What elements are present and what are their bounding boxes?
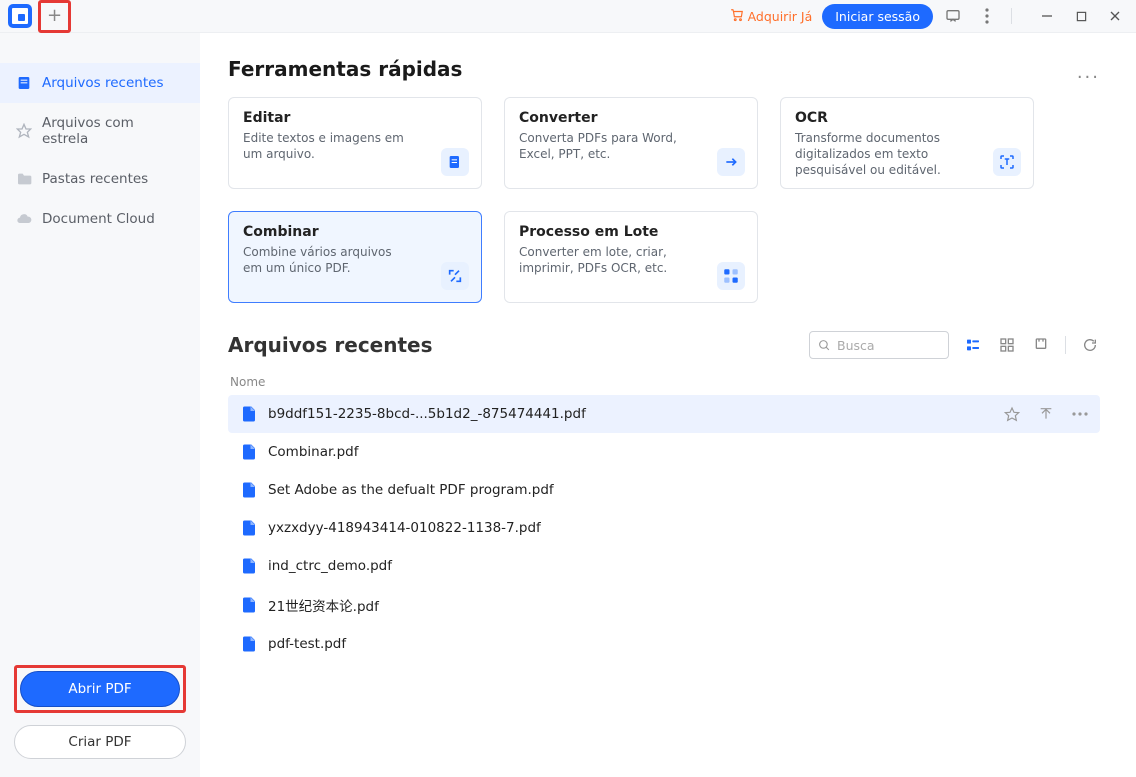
more-icon[interactable] bbox=[1072, 406, 1088, 422]
sidebar-item-label: Document Cloud bbox=[42, 211, 155, 227]
edit-icon bbox=[441, 148, 469, 176]
search-icon bbox=[818, 339, 831, 352]
ocr-icon bbox=[993, 148, 1021, 176]
recent-toolbar: Busca bbox=[809, 331, 1100, 359]
quick-tools-more[interactable]: ··· bbox=[1077, 67, 1100, 88]
menu-icon[interactable] bbox=[973, 2, 1001, 30]
signin-label: Iniciar sessão bbox=[835, 9, 920, 24]
card-batch[interactable]: Processo em Lote Converter em lote, cria… bbox=[504, 211, 758, 303]
open-pdf-button[interactable]: Abrir PDF bbox=[20, 671, 180, 707]
main-content: Ferramentas rápidas ··· Editar Edite tex… bbox=[200, 33, 1136, 777]
file-name: b9ddf151-2235-8bcd-...5b1d2_-875474441.p… bbox=[268, 406, 586, 422]
separator bbox=[1011, 8, 1012, 24]
convert-icon bbox=[717, 148, 745, 176]
open-pdf-label: Abrir PDF bbox=[68, 681, 131, 697]
app-logo bbox=[8, 4, 32, 28]
separator bbox=[1065, 336, 1066, 354]
file-name: Combinar.pdf bbox=[268, 444, 358, 460]
file-row[interactable]: b9ddf151-2235-8bcd-...5b1d2_-875474441.p… bbox=[228, 395, 1100, 433]
pdf-icon bbox=[240, 519, 258, 537]
sidebar-item-cloud[interactable]: Document Cloud bbox=[0, 199, 200, 239]
column-name: Nome bbox=[228, 369, 1100, 395]
buy-link[interactable]: Adquirir Já bbox=[726, 8, 817, 25]
view-list-icon[interactable] bbox=[963, 335, 983, 355]
sidebar-item-label: Arquivos recentes bbox=[42, 75, 163, 91]
sidebar-item-label: Arquivos com estrela bbox=[42, 115, 184, 147]
file-name: 21世纪资本论.pdf bbox=[268, 595, 379, 615]
sidebar: Arquivos recentes Arquivos com estrela P… bbox=[0, 33, 200, 777]
upload-icon[interactable] bbox=[1038, 406, 1054, 422]
combine-icon bbox=[441, 262, 469, 290]
search-input[interactable]: Busca bbox=[809, 331, 949, 359]
file-row[interactable]: yxzxdyy-418943414-010822-1138-7.pdf bbox=[228, 509, 1100, 547]
create-pdf-label: Criar PDF bbox=[68, 734, 131, 750]
file-row[interactable]: Combinar.pdf bbox=[228, 433, 1100, 471]
signin-button[interactable]: Iniciar sessão bbox=[822, 4, 933, 29]
file-name: ind_ctrc_demo.pdf bbox=[268, 558, 392, 574]
pdf-icon bbox=[240, 443, 258, 461]
window-maximize[interactable] bbox=[1064, 1, 1098, 31]
feedback-icon[interactable] bbox=[939, 2, 967, 30]
sidebar-item-recent[interactable]: Arquivos recentes bbox=[0, 63, 200, 103]
pin-icon[interactable] bbox=[1031, 335, 1051, 355]
sidebar-item-folders[interactable]: Pastas recentes bbox=[0, 159, 200, 199]
search-placeholder: Busca bbox=[837, 338, 875, 353]
file-row[interactable]: pdf-test.pdf bbox=[228, 625, 1100, 663]
pdf-icon bbox=[240, 635, 258, 653]
cloud-icon bbox=[16, 211, 32, 227]
file-row[interactable]: ind_ctrc_demo.pdf bbox=[228, 547, 1100, 585]
card-desc: Converter em lote, criar, imprimir, PDFs… bbox=[519, 244, 689, 276]
file-row[interactable]: Set Adobe as the defualt PDF program.pdf bbox=[228, 471, 1100, 509]
card-desc: Combine vários arquivos em um único PDF. bbox=[243, 244, 413, 276]
file-name: Set Adobe as the defualt PDF program.pdf bbox=[268, 482, 554, 498]
pdf-icon bbox=[240, 596, 258, 614]
card-title: Editar bbox=[243, 110, 467, 126]
view-grid-icon[interactable] bbox=[997, 335, 1017, 355]
folder-icon bbox=[16, 171, 32, 187]
window-close[interactable] bbox=[1098, 1, 1132, 31]
pdf-icon bbox=[240, 557, 258, 575]
cart-icon bbox=[730, 8, 744, 25]
pdf-icon bbox=[240, 481, 258, 499]
card-desc: Transforme documentos digitalizados em t… bbox=[795, 130, 965, 179]
star-icon[interactable] bbox=[1004, 406, 1020, 422]
file-name: yxzxdyy-418943414-010822-1138-7.pdf bbox=[268, 520, 541, 536]
star-icon bbox=[16, 123, 32, 139]
new-tab-button[interactable]: + bbox=[46, 7, 64, 25]
sidebar-item-label: Pastas recentes bbox=[42, 171, 148, 187]
card-desc: Converta PDFs para Word, Excel, PPT, etc… bbox=[519, 130, 689, 162]
highlight-open-pdf: Abrir PDF bbox=[14, 665, 186, 713]
batch-icon bbox=[717, 262, 745, 290]
card-title: OCR bbox=[795, 110, 1019, 126]
create-pdf-button[interactable]: Criar PDF bbox=[14, 725, 186, 759]
refresh-icon[interactable] bbox=[1080, 335, 1100, 355]
file-name: pdf-test.pdf bbox=[268, 636, 346, 652]
pdf-icon bbox=[240, 405, 258, 423]
card-desc: Edite textos e imagens em um arquivo. bbox=[243, 130, 413, 162]
card-title: Combinar bbox=[243, 224, 467, 240]
card-ocr[interactable]: OCR Transforme documentos digitalizados … bbox=[780, 97, 1034, 189]
titlebar: + Adquirir Já Iniciar sessão bbox=[0, 0, 1136, 33]
card-convert[interactable]: Converter Converta PDFs para Word, Excel… bbox=[504, 97, 758, 189]
highlight-new-tab: + bbox=[38, 0, 71, 33]
card-title: Converter bbox=[519, 110, 743, 126]
recent-title: Arquivos recentes bbox=[228, 333, 433, 357]
card-combine[interactable]: Combinar Combine vários arquivos em um ú… bbox=[228, 211, 482, 303]
card-edit[interactable]: Editar Edite textos e imagens em um arqu… bbox=[228, 97, 482, 189]
recent-icon bbox=[16, 75, 32, 91]
file-row[interactable]: 21世纪资本论.pdf bbox=[228, 585, 1100, 625]
card-title: Processo em Lote bbox=[519, 224, 743, 240]
sidebar-item-starred[interactable]: Arquivos com estrela bbox=[0, 103, 200, 159]
quick-tools-cards: Editar Edite textos e imagens em um arqu… bbox=[228, 97, 1100, 303]
quick-tools-title: Ferramentas rápidas bbox=[228, 57, 462, 81]
window-minimize[interactable] bbox=[1030, 1, 1064, 31]
buy-link-label: Adquirir Já bbox=[748, 9, 813, 24]
